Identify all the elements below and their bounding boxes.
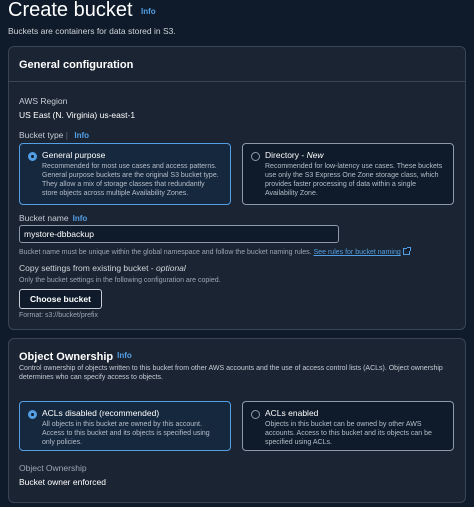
bucket-name-hint: Bucket name must be unique within the gl… <box>19 247 411 256</box>
object-ownership-description: Control ownership of objects written to … <box>19 365 443 381</box>
copy-settings-hint: Only the bucket settings in the followin… <box>19 277 221 284</box>
bucket-type-general-purpose-option[interactable]: General purpose Recommended for most use… <box>19 143 231 205</box>
acls-enabled-description: Objects in this bucket can be owned by o… <box>265 421 432 446</box>
bucket-type-label-text: Bucket type <box>19 130 64 140</box>
general-configuration-header: General configuration <box>9 47 465 82</box>
page-header: Create bucket Info Buckets are container… <box>8 0 468 36</box>
acls-disabled-radio[interactable] <box>28 410 37 419</box>
directory-title-text: Directory - <box>265 150 307 160</box>
acls-enabled-option[interactable]: ACLs enabled Objects in this bucket can … <box>242 401 454 451</box>
directory-description: Recommended for low-latency use cases. T… <box>265 163 443 197</box>
acls-enabled-title: ACLs enabled <box>265 408 319 418</box>
bucket-type-label: Bucket type | Info <box>19 130 90 141</box>
page-description: Buckets are containers for data stored i… <box>8 26 176 36</box>
page-title: Create bucket <box>8 0 133 21</box>
bucket-name-input[interactable] <box>19 225 339 243</box>
acls-disabled-description: All objects in this bucket are owned by … <box>42 421 210 446</box>
region-value: US East (N. Virginia) us-east-1 <box>19 110 136 120</box>
copy-settings-optional: optional <box>156 263 186 273</box>
acls-disabled-title: ACLs disabled (recommended) <box>42 408 160 418</box>
general-configuration-panel: General configuration AWS Region US East… <box>8 46 466 330</box>
copy-settings-label-text: Copy settings from existing bucket - <box>19 263 157 273</box>
copy-settings-label: Copy settings from existing bucket - opt… <box>19 263 186 273</box>
acls-disabled-option[interactable]: ACLs disabled (recommended) All objects … <box>19 401 231 451</box>
general-purpose-radio[interactable] <box>28 152 37 161</box>
bucket-name-label-text: Bucket name <box>19 213 69 223</box>
object-ownership-title: Object Ownership <box>19 351 114 363</box>
bucket-type-info-link[interactable]: Info <box>74 131 89 140</box>
directory-radio[interactable] <box>251 152 260 161</box>
bucket-type-directory-option[interactable]: Directory - New Recommended for low-late… <box>242 143 454 205</box>
object-ownership-info-link[interactable]: Info <box>117 351 132 360</box>
bucket-naming-rules-link[interactable]: See rules for bucket naming <box>314 249 401 256</box>
bucket-name-label: Bucket name Info <box>19 213 87 223</box>
general-purpose-description: Recommended for most use cases and acces… <box>42 163 219 197</box>
external-link-icon <box>402 247 411 255</box>
page-info-link[interactable]: Info <box>141 7 156 16</box>
directory-title: Directory - New <box>265 150 445 160</box>
object-ownership-panel: Object Ownership Info Control ownership o… <box>8 338 466 503</box>
object-ownership-field-value: Bucket owner enforced <box>19 477 106 487</box>
directory-new-badge: New <box>306 150 324 160</box>
bucket-name-info-link[interactable]: Info <box>73 214 88 223</box>
object-ownership-field-label: Object Ownership <box>19 463 87 473</box>
region-label: AWS Region <box>19 96 68 106</box>
bucket-name-hint-text: Bucket name must be unique within the gl… <box>19 249 312 256</box>
format-hint: Format: s3://bucket/prefix <box>19 312 98 319</box>
acls-enabled-radio[interactable] <box>251 410 260 419</box>
object-ownership-header: Object Ownership Info <box>19 347 132 365</box>
general-configuration-title: General configuration <box>19 59 134 71</box>
general-purpose-title: General purpose <box>42 150 106 160</box>
choose-bucket-button[interactable]: Choose bucket <box>19 289 102 309</box>
